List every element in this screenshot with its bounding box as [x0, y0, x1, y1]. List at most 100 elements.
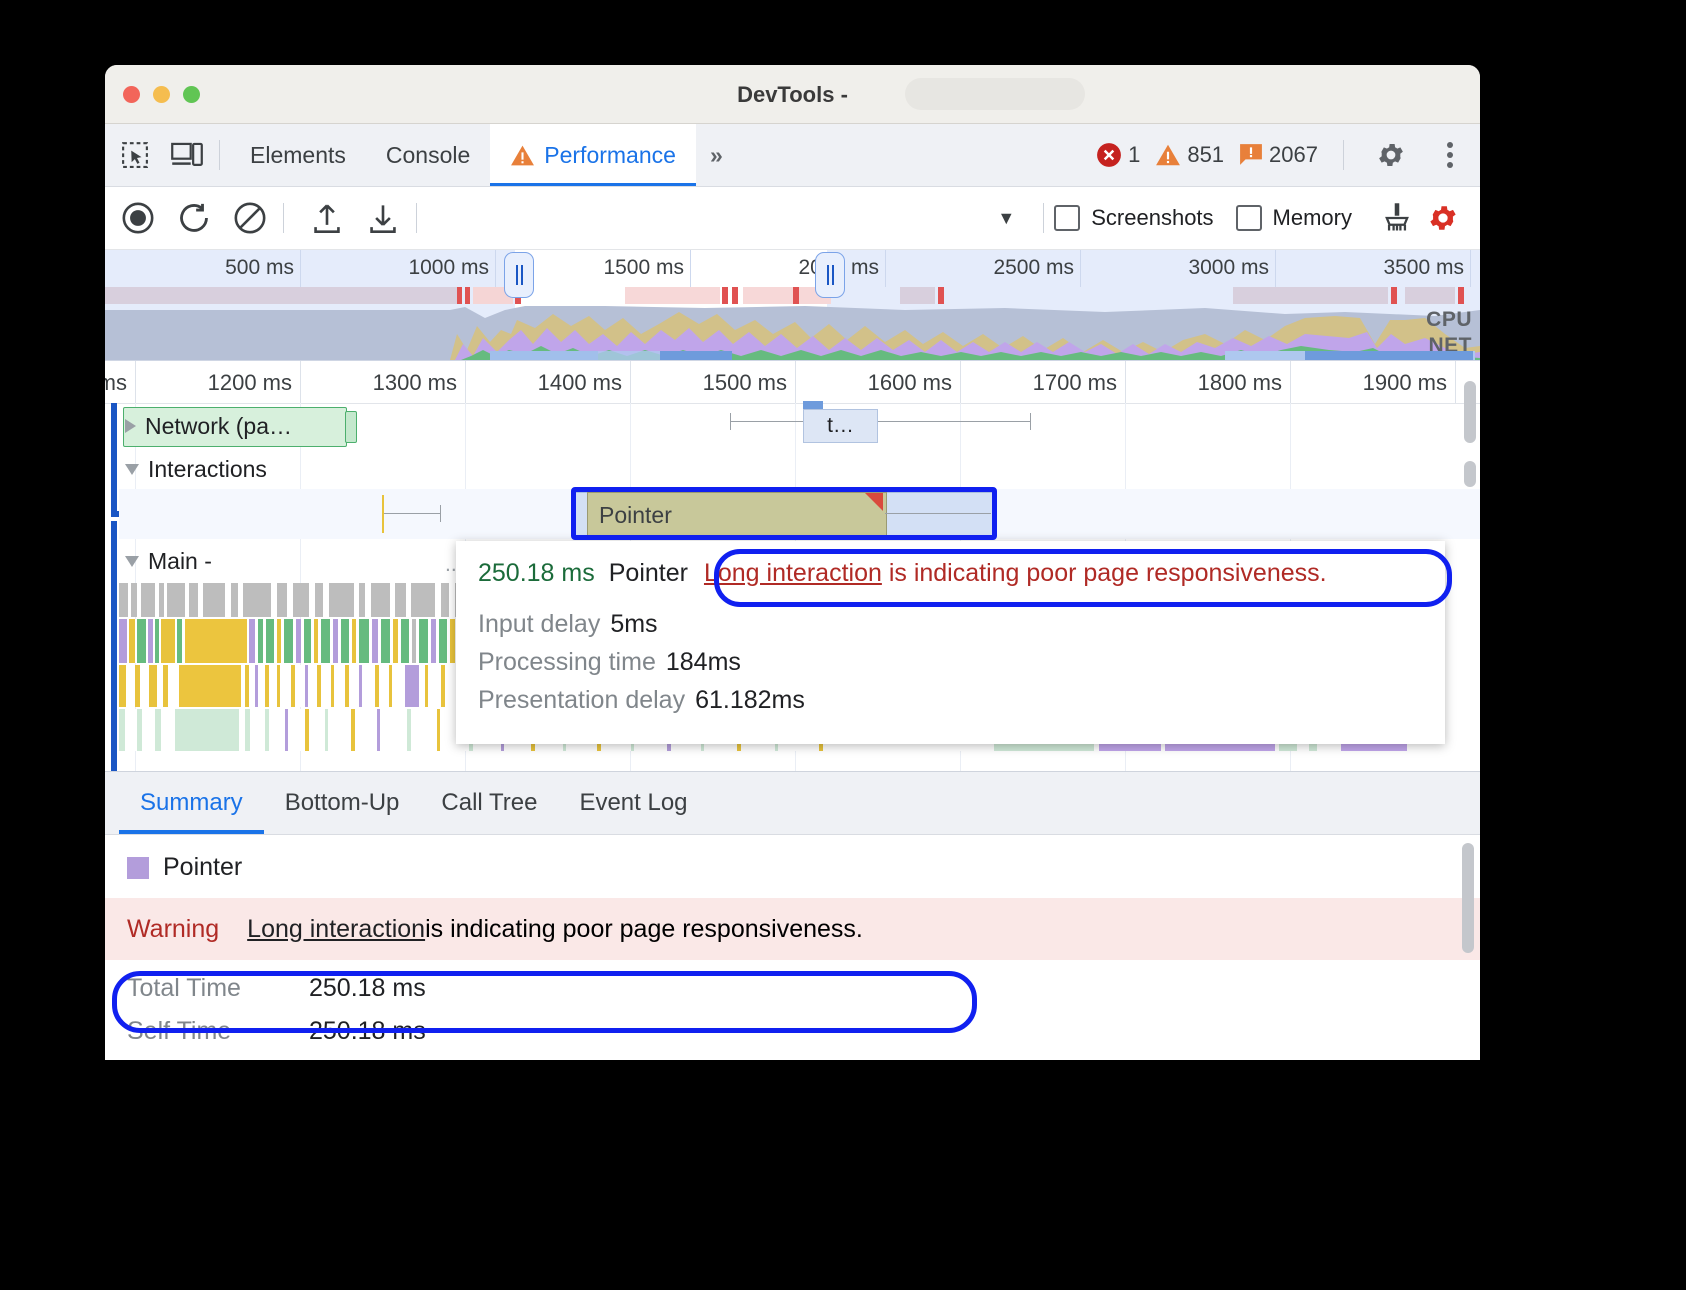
info-counter[interactable]: 2067: [1239, 142, 1318, 168]
warning-triangle-icon: [1155, 143, 1181, 167]
track-interactions[interactable]: Interactions: [119, 449, 267, 489]
warning-count: 851: [1187, 142, 1224, 168]
download-profile-icon[interactable]: [360, 195, 406, 241]
devtools-tab-strip: Elements Console Performance » 1: [105, 124, 1480, 187]
reload-and-record-icon[interactable]: [171, 195, 217, 241]
interaction-tick-marker: [382, 495, 384, 533]
tab-performance[interactable]: Performance: [490, 124, 696, 186]
track-interactions-label: Interactions: [148, 456, 267, 483]
warning-counter[interactable]: 851: [1155, 142, 1224, 168]
summary-event-name: Pointer: [163, 853, 242, 882]
clear-icon[interactable]: [227, 195, 273, 241]
overview-tick: 3500 ms: [1275, 250, 1471, 287]
more-tabs-button[interactable]: »: [696, 142, 734, 169]
tab-console[interactable]: Console: [366, 124, 490, 186]
tooltip-duration: 250.18 ms: [478, 559, 595, 588]
flame-tick-label: 1200 ms: [208, 370, 292, 396]
toolbar-divider: [219, 140, 220, 170]
tab-event-log-label: Event Log: [579, 789, 687, 817]
interaction-whisker: [384, 513, 440, 514]
perf-toolbar-divider-1: [283, 203, 284, 233]
memory-checkbox-box[interactable]: [1236, 205, 1262, 231]
screenshots-checkbox-box[interactable]: [1054, 205, 1080, 231]
overview-tick: 3000 ms: [1080, 250, 1276, 287]
screenshots-checkbox[interactable]: Screenshots: [1054, 205, 1235, 231]
triangle-right-icon[interactable]: [125, 419, 136, 433]
details-tab-bar: Summary Bottom-Up Call Tree Event Log: [105, 771, 1480, 835]
summary-warning-rest: is indicating poor page responsiveness.: [425, 915, 863, 944]
tab-elements[interactable]: Elements: [230, 124, 366, 186]
range-handle-right[interactable]: [815, 252, 845, 298]
network-track-pill-extra: [345, 411, 357, 443]
tab-call-tree[interactable]: Call Tree: [420, 772, 558, 834]
window-title-bar: DevTools -: [105, 65, 1480, 124]
tooltip-row-value: 184ms: [666, 648, 741, 676]
summary-scrollbar-thumb[interactable]: [1462, 843, 1474, 953]
timeline-overview[interactable]: 500 ms 1000 ms 1500 ms 2000 ms 2500 ms 3…: [105, 250, 1480, 361]
tab-event-log[interactable]: Event Log: [558, 772, 708, 834]
interaction-warning-corner: [865, 493, 883, 511]
flame-tick-label: ms: [105, 370, 127, 396]
tooltip-row: Input delay5ms: [478, 610, 1423, 639]
overview-tick: 1000 ms: [300, 250, 496, 287]
range-handle-left[interactable]: [504, 252, 534, 298]
profile-history-dropdown[interactable]: ▼: [433, 198, 1027, 238]
kebab-menu-icon[interactable]: [1428, 133, 1472, 177]
triangle-down-icon[interactable]: [125, 464, 139, 475]
flame-tick: 1400 ms: [465, 361, 631, 403]
tooltip-warning-rest: is indicating poor page responsiveness.: [882, 559, 1327, 587]
track-network[interactable]: Network (pa…: [119, 407, 292, 445]
tab-summary[interactable]: Summary: [119, 772, 264, 834]
warning-triangle-icon: [510, 144, 535, 167]
flame-chart-scrollbar-thumb[interactable]: [1464, 381, 1476, 443]
overview-net-request-bar: [1305, 351, 1473, 360]
track-main-ellipsis: ..: [445, 553, 457, 577]
triangle-down-icon[interactable]: [125, 556, 139, 567]
interaction-trailing-whisker: [885, 513, 991, 514]
event-color-swatch: [127, 857, 149, 879]
network-event-block[interactable]: t…: [803, 409, 878, 443]
tab-console-label: Console: [386, 142, 470, 169]
overview-tick-label: 1000 ms: [408, 256, 489, 280]
track-main[interactable]: Main -: [119, 541, 212, 581]
issue-flag-icon: [1239, 143, 1263, 167]
counters-divider: [1343, 140, 1344, 170]
memory-checkbox[interactable]: Memory: [1236, 205, 1374, 231]
inspect-element-icon[interactable]: [113, 133, 157, 177]
tab-performance-label: Performance: [544, 142, 676, 169]
error-count: 1: [1128, 142, 1140, 168]
collect-garbage-icon[interactable]: [1374, 195, 1420, 241]
record-icon[interactable]: [115, 195, 161, 241]
gear-icon[interactable]: [1369, 133, 1413, 177]
flame-tick-label: 1600 ms: [868, 370, 952, 396]
track-main-label: Main -: [148, 548, 212, 575]
overview-cpu-label: CPU: [1426, 308, 1472, 332]
summary-warning-link[interactable]: Long interaction: [247, 915, 425, 944]
overview-tick-label: 3000 ms: [1188, 256, 1269, 280]
overview-ruler: 500 ms 1000 ms 1500 ms 2000 ms 2500 ms 3…: [105, 250, 1480, 287]
flame-chart-scrollbar-thumb-2[interactable]: [1464, 461, 1476, 487]
flame-tick: 1200 ms: [135, 361, 301, 403]
device-toolbar-icon[interactable]: [165, 133, 209, 177]
tooltip-row-key: Input delay: [478, 610, 600, 638]
network-event-whisker-cap: [730, 413, 731, 430]
flame-chart-panel[interactable]: ms 1200 ms 1300 ms 1400 ms 1500 ms 1600 …: [105, 361, 1480, 771]
summary-total-time-value: 250.18 ms: [309, 974, 426, 1003]
tab-bottom-up[interactable]: Bottom-Up: [264, 772, 421, 834]
perf-toolbar-divider-3: [1043, 203, 1044, 233]
capture-settings-gear-icon[interactable]: [1420, 195, 1466, 241]
window-title-redacted-region: [905, 78, 1085, 110]
memory-label: Memory: [1273, 205, 1352, 231]
error-counter[interactable]: 1: [1096, 142, 1140, 168]
flame-tick: 1600 ms: [795, 361, 961, 403]
perf-toolbar-divider-2: [416, 203, 417, 233]
devtools-window: DevTools - Elements Console: [105, 65, 1480, 1060]
chevron-down-icon: ▼: [997, 208, 1027, 229]
upload-profile-icon[interactable]: [304, 195, 350, 241]
overview-tick-label: 3500 ms: [1383, 256, 1464, 280]
main-track-rail: [111, 521, 117, 771]
event-tooltip: 250.18 ms Pointer Long interaction is in…: [456, 541, 1445, 744]
flame-tick: 1300 ms: [300, 361, 466, 403]
summary-warning-label: Warning: [127, 915, 219, 944]
tooltip-header: 250.18 ms Pointer Long interaction is in…: [478, 559, 1423, 588]
